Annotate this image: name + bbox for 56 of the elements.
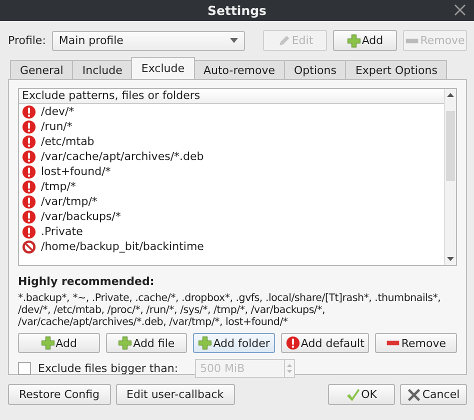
exclamation-icon xyxy=(22,164,36,178)
add-button[interactable]: Add xyxy=(18,333,100,353)
tab[interactable]: Include xyxy=(72,60,132,79)
list-item[interactable]: /etc/mtab xyxy=(41,135,94,148)
add-button[interactable]: Add default xyxy=(280,333,370,353)
plus-icon xyxy=(346,34,361,48)
no-entry-icon xyxy=(22,240,36,254)
scroll-up-icon[interactable] xyxy=(446,91,455,99)
column-header: Exclude patterns, files or folders xyxy=(19,89,444,104)
exclamation-icon xyxy=(22,210,36,224)
pencil-icon xyxy=(276,34,291,48)
tab[interactable]: Expert Options xyxy=(345,60,448,79)
ok-button[interactable]: OK xyxy=(328,384,395,405)
close-icon[interactable] xyxy=(454,4,466,16)
profile-label: Profile: xyxy=(8,34,46,47)
plus-icon xyxy=(40,336,55,350)
recommended-text: *.backup*, *~, .Private, .cache/*, .dropbox*, .gvfs, .local/share/[Tt]rash*, .thumbnails*, /dev/*, /etc/mtab, /proc/*, /run/*, /sys/*, /tmp/*, /var/backups/*, /var/cache/apt/archives/*.deb, /var/tmp/*, lost+found/* xyxy=(18,292,442,328)
list-item[interactable]: /var/tmp/* xyxy=(41,195,98,208)
footer-button[interactable]: Edit user-callback xyxy=(116,384,235,405)
scroll-down-icon[interactable] xyxy=(446,255,455,263)
window-title: Settings xyxy=(207,3,266,18)
tab[interactable]: Exclude xyxy=(131,57,194,79)
checkbox-label: Exclude files bigger than: xyxy=(38,362,178,375)
remove-button[interactable]: Remove xyxy=(375,333,458,353)
list-item[interactable]: /var/backups/* xyxy=(41,210,121,223)
recommended-heading: Highly recommended: xyxy=(18,275,156,288)
list-item[interactable]: /home/backup_bit/backintime xyxy=(41,240,204,253)
list-item[interactable]: lost+found/* xyxy=(41,165,111,178)
footer-button[interactable]: Restore Config xyxy=(8,384,111,405)
cross-icon xyxy=(407,388,422,402)
exclamation-icon xyxy=(22,120,36,134)
exclamation-icon xyxy=(22,194,36,208)
profile-dropdown[interactable]: Main profile xyxy=(52,30,245,50)
exclamation-icon xyxy=(22,150,36,164)
dropdown-arrow-icon xyxy=(230,38,238,43)
list-item[interactable]: /var/cache/apt/archives/*.deb xyxy=(41,150,204,163)
add-button[interactable]: Add xyxy=(333,30,397,51)
list-item[interactable]: /dev/* xyxy=(41,105,74,118)
scrollbar[interactable] xyxy=(444,89,456,265)
exclamation-icon xyxy=(22,180,36,194)
exclamation-icon xyxy=(22,134,36,148)
tab[interactable]: Auto-remove xyxy=(194,60,285,79)
list-item[interactable]: .Private xyxy=(41,225,83,238)
exclamation-icon xyxy=(22,224,36,238)
plus-icon xyxy=(118,336,132,350)
cancel-button[interactable]: Cancel xyxy=(400,384,467,405)
add-button[interactable]: Add folder xyxy=(193,333,275,353)
exclamation-icon xyxy=(22,104,36,118)
exclamation-icon xyxy=(286,336,300,350)
tab[interactable]: General xyxy=(10,60,74,79)
plus-icon xyxy=(198,336,212,350)
list-item[interactable]: /run/* xyxy=(41,120,72,133)
add-button[interactable]: Add file xyxy=(106,333,188,353)
list-item[interactable]: /tmp/* xyxy=(41,180,76,193)
checkmark-icon xyxy=(346,388,360,402)
tab[interactable]: Options xyxy=(284,60,346,79)
